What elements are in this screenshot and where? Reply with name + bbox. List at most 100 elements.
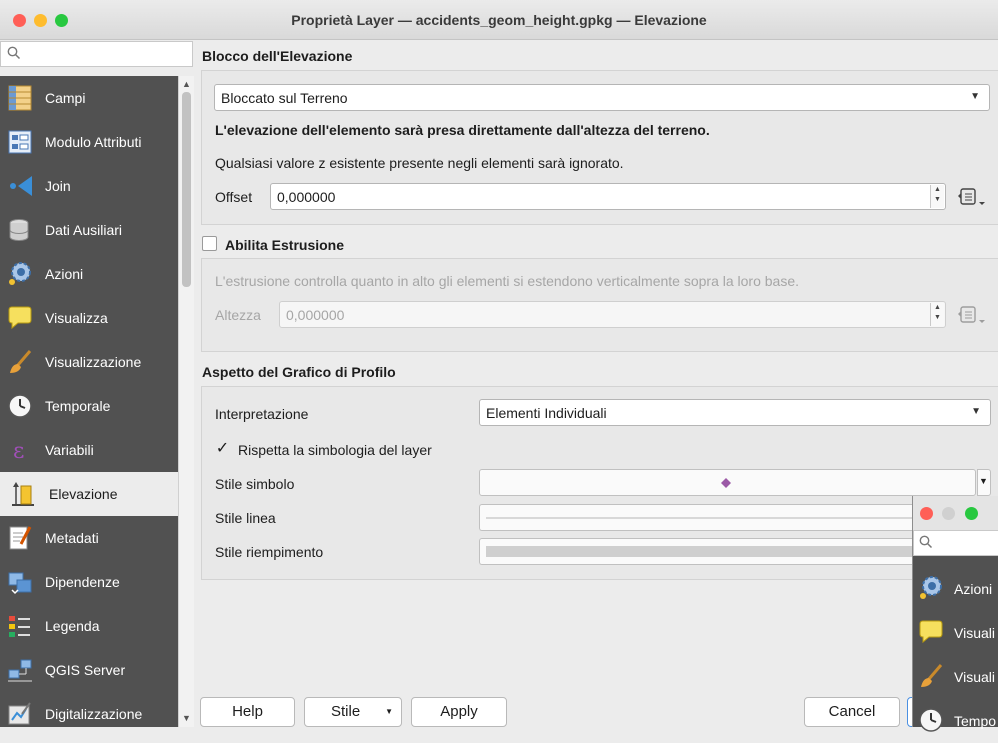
secondary-item-temporale[interactable]: Tempo [913,699,998,743]
sidebar-item-label: Elevazione [49,486,118,502]
sidebar-item-variabili[interactable]: ε Variabili [0,428,178,472]
sidebar-item-label: Metadati [45,530,99,546]
sidebar-item-label: Digitalizzazione [45,706,143,722]
secondary-item-visualizzazione[interactable]: Visuali [913,655,998,699]
secondary-search-input[interactable] [913,530,998,556]
sidebar-item-elevazione[interactable]: Elevazione [0,472,178,516]
clamping-description-bold: L'elevazione dell'elemento sarà presa di… [215,122,710,138]
actions-gear-icon [6,260,34,288]
sidebar-item-label: Legenda [45,618,100,634]
elevation-clamping-title: Blocco dell'Elevazione [202,48,353,64]
cancel-button[interactable]: Cancel [804,697,900,727]
secondary-window: Azioni Visuali Visuali Tempo [912,496,998,732]
data-defined-override-icon [958,304,988,326]
sidebar-item-visualizzazione[interactable]: Visualizzazione [0,340,178,384]
sidebar-item-label: Dati Ausiliari [45,222,123,238]
temporal-clock-icon [917,706,945,737]
secondary-item-label: Azioni [954,581,993,597]
clamping-mode-select[interactable]: Bloccato sul Terreno ▼ [214,84,990,111]
fill-style-label: Stile riempimento [215,544,324,560]
symbol-style-dropdown[interactable]: ▼ [977,469,991,496]
sidebar-item-label: Variabili [45,442,94,458]
sidebar-item-campi[interactable]: Campi [0,76,178,120]
offset-spinbox[interactable]: 0,000000 ▲ ▼ [270,183,946,210]
chevron-down-icon: ▼ [970,91,980,102]
help-button[interactable]: Help [200,697,295,727]
rendering-brush-icon [917,662,945,693]
close-window-button[interactable] [920,507,933,520]
sidebar-item-dipendenze[interactable]: Dipendenze [0,560,178,604]
sidebar-item-qgis-server[interactable]: QGIS Server [0,648,178,692]
extrusion-title: Abilita Estrusione [225,237,345,253]
secondary-title-bar [913,496,998,530]
offset-value: 0,000000 [277,189,336,205]
secondary-item-azioni[interactable]: Azioni [913,567,998,611]
clamping-description: Qualsiasi valore z esistente presente ne… [215,155,624,171]
search-icon [7,46,21,63]
interpretation-select[interactable]: Elementi Individuali ▼ [479,399,991,426]
style-button-label: Stile [331,703,361,720]
line-style-label: Stile linea [215,510,276,526]
sidebar-item-label: Azioni [45,266,84,282]
scroll-up-arrow-icon[interactable]: ▲ [182,79,191,89]
secondary-item-label: Visuali [954,625,995,641]
enable-extrusion-checkbox[interactable] [202,236,217,251]
interpretation-label: Interpretazione [215,406,309,422]
profile-chart-group: Interpretazione Elementi Individuali ▼ ✓… [201,386,998,580]
sidebar-item-label: Temporale [45,398,111,414]
sidebar-item-label: QGIS Server [45,662,126,678]
search-input[interactable] [0,41,193,67]
sidebar-item-label: Visualizza [45,310,108,326]
attribute-form-icon [6,128,34,156]
legend-icon [6,612,34,640]
metadata-icon [6,524,34,552]
scroll-down-arrow-icon[interactable]: ▼ [182,713,191,723]
spin-arrows-icon[interactable]: ▲ ▼ [930,185,944,208]
scrollbar-thumb[interactable] [182,92,191,287]
qgis-server-icon [6,656,34,684]
sidebar-item-digitalizzazione[interactable]: Digitalizzazione [0,692,178,736]
sidebar-item-metadati[interactable]: Metadati [0,516,178,560]
rendering-brush-icon [6,348,34,376]
symbol-style-label: Stile simbolo [215,476,295,492]
elevation-icon [9,480,37,508]
respect-symbology-label: Rispetta la simbologia del layer [238,442,432,458]
variables-epsilon-icon: ε [6,436,34,464]
display-speech-bubble-icon [917,618,945,649]
temporal-clock-icon [6,392,34,420]
sidebar-item-label: Campi [45,90,86,106]
auxiliary-data-icon [6,216,34,244]
symbol-style-button[interactable] [479,469,976,496]
sidebar-item-temporale[interactable]: Temporale [0,384,178,428]
marker-symbol-icon [721,478,731,488]
respect-symbology-checkbox[interactable]: ✓ [215,441,230,457]
apply-button[interactable]: Apply [411,697,507,727]
sidebar-item-join[interactable]: Join [0,164,178,208]
sidebar-item-label: Modulo Attributi [45,134,142,150]
sidebar-item-dati-ausiliari[interactable]: Dati Ausiliari [0,208,178,252]
svg-text:ε: ε [13,439,24,464]
secondary-item-label: Visuali [954,669,995,685]
extrusion-group: L'estrusione controlla quanto in alto gl… [201,258,998,352]
secondary-item-visualizza[interactable]: Visuali [913,611,998,655]
data-defined-override-icon[interactable] [958,186,988,208]
sidebar-item-label: Join [45,178,71,194]
sidebar: Campi Modulo Attributi Join Dati Ausilia… [0,76,178,727]
fields-table-icon [6,84,34,112]
profile-chart-title: Aspetto del Grafico di Profilo [202,364,396,380]
chevron-down-icon: ▼ [979,476,988,486]
sidebar-item-visualizza[interactable]: Visualizza [0,296,178,340]
offset-label: Offset [215,189,253,205]
minimize-window-button[interactable] [942,507,955,520]
spin-arrows-icon[interactable]: ▲ ▼ [930,303,944,326]
zoom-window-button[interactable] [965,507,978,520]
sidebar-item-modulo-attributi[interactable]: Modulo Attributi [0,120,178,164]
height-spinbox[interactable]: 0,000000 ▲ ▼ [279,301,946,328]
elevation-clamping-group: Bloccato sul Terreno ▼ L'elevazione dell… [201,70,998,225]
style-button[interactable]: Stile ▼ [304,697,402,727]
sidebar-scrollbar[interactable]: ▲ ▼ [178,76,194,727]
digitizing-icon [6,700,34,728]
sidebar-item-legenda[interactable]: Legenda [0,604,178,648]
sidebar-item-azioni[interactable]: Azioni [0,252,178,296]
clamping-mode-value: Bloccato sul Terreno [221,90,348,106]
